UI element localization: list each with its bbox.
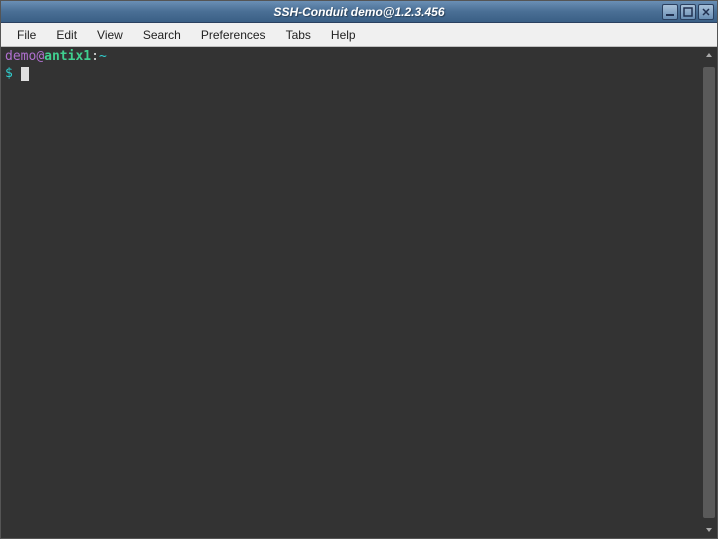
- scroll-down-button[interactable]: [701, 522, 717, 538]
- chevron-down-icon: [705, 526, 713, 534]
- prompt-user: demo: [5, 49, 36, 64]
- window-controls: [662, 4, 714, 20]
- prompt-host: antix1: [44, 49, 91, 64]
- terminal[interactable]: demo@antix1:~ $: [1, 47, 701, 538]
- terminal-area: demo@antix1:~ $: [1, 47, 717, 538]
- menu-help[interactable]: Help: [321, 25, 366, 45]
- scrollbar-thumb[interactable]: [703, 67, 715, 518]
- menubar: File Edit View Search Preferences Tabs H…: [1, 23, 717, 47]
- terminal-window: SSH-Conduit demo@1.2.3.456 File Edit Vie…: [0, 0, 718, 539]
- menu-tabs[interactable]: Tabs: [276, 25, 321, 45]
- minimize-button[interactable]: [662, 4, 678, 20]
- menu-search[interactable]: Search: [133, 25, 191, 45]
- terminal-scrollbar[interactable]: [701, 47, 717, 538]
- prompt-symbol: $: [5, 66, 21, 81]
- menu-file[interactable]: File: [7, 25, 46, 45]
- scroll-up-button[interactable]: [701, 47, 717, 63]
- window-title: SSH-Conduit demo@1.2.3.456: [273, 5, 444, 19]
- maximize-button[interactable]: [680, 4, 696, 20]
- menu-view[interactable]: View: [87, 25, 133, 45]
- prompt-at: @: [36, 49, 44, 64]
- prompt-colon: :: [91, 49, 99, 64]
- terminal-cursor: [21, 67, 29, 81]
- close-button[interactable]: [698, 4, 714, 20]
- menu-edit[interactable]: Edit: [46, 25, 87, 45]
- menu-preferences[interactable]: Preferences: [191, 25, 276, 45]
- prompt-path: ~: [99, 49, 107, 64]
- titlebar[interactable]: SSH-Conduit demo@1.2.3.456: [1, 1, 717, 23]
- chevron-up-icon: [705, 51, 713, 59]
